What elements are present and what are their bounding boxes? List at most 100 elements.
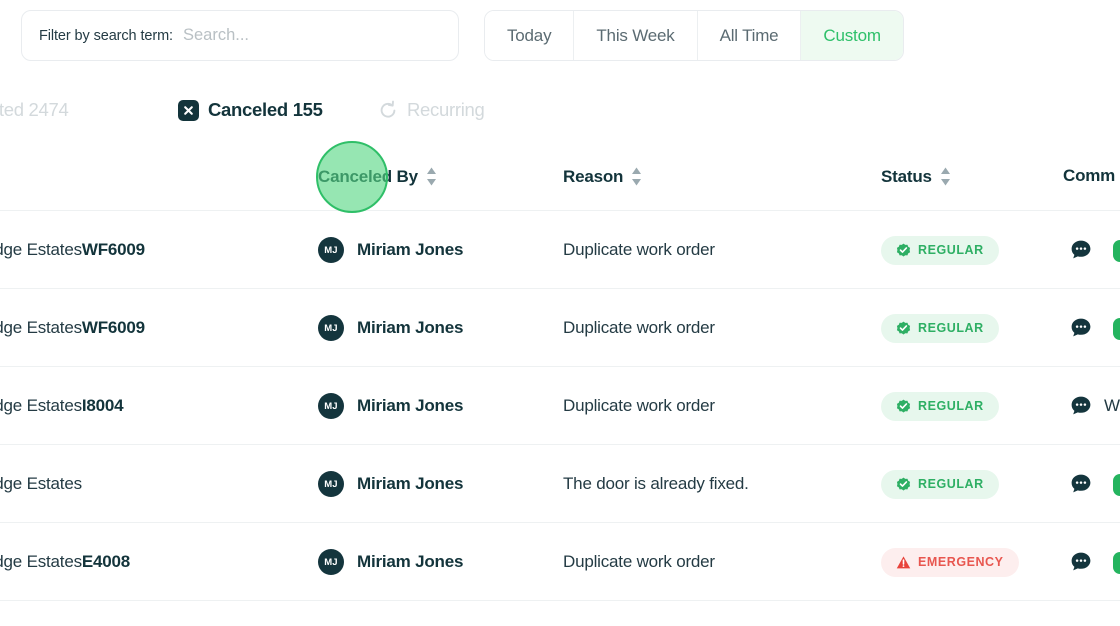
table-row-partial[interactable] [0,601,1120,626]
verified-check-icon [896,321,911,334]
status-badge: REGULAR [881,469,999,499]
verified-check-icon [896,243,911,256]
cell-comment [1070,445,1104,523]
recurring-icon [378,100,398,120]
work-orders-page: Filter by search term: Today This Week A… [0,0,1120,626]
column-header-canceled-by-label: Canceled By [318,166,418,186]
column-header-status-label: Status [881,166,932,186]
cell-reason: Duplicate work order [563,523,715,601]
comment-text: W [1104,396,1120,415]
status-badge-label: REGULAR [918,321,984,335]
table-row[interactable]: bridge EstatesE4008 MJ Miriam Jones Dupl… [0,523,1120,601]
verified-check-icon [896,399,911,412]
canceled-work-orders-table: Canceled By Reason Status Comm ge Estate… [0,146,1120,626]
reason-text: Duplicate work order [563,318,715,337]
status-badge-label: REGULAR [918,477,984,491]
search-box[interactable]: Filter by search term: [21,10,459,61]
filter-toolbar: Filter by search term: Today This Week A… [0,0,1120,72]
reason-text: Duplicate work order [563,240,715,259]
table-header-row: Canceled By Reason Status Comm [0,146,1120,211]
tab-canceled-label: Canceled 155 [208,99,323,120]
range-button-all-time[interactable]: All Time [697,11,802,60]
chat-bubble-icon[interactable] [1070,239,1092,261]
cell-canceled-by: MJ Miriam Jones [318,523,463,601]
status-badge: REGULAR [881,313,999,343]
chat-bubble-icon[interactable] [1070,473,1092,495]
x-square-icon [178,99,199,121]
cell-comment: W [1070,367,1120,445]
reason-text: Duplicate work order [563,396,715,415]
tab-completed-label: mpleted 2474 [0,99,69,120]
range-button-today[interactable]: Today [485,11,575,60]
column-header-reason-label: Reason [563,166,624,186]
cell-reason: The door is already fixed. [563,445,749,523]
table-row[interactable]: bridge Estates MJ Miriam Jones The door … [0,445,1120,523]
cell-reference: bridge EstatesI8004 [0,367,124,445]
row-edge-marker [1113,552,1120,574]
person-name: Miriam Jones [357,396,464,415]
row-edge-marker [1113,474,1120,496]
status-badge-label: REGULAR [918,243,984,257]
range-button-custom[interactable]: Custom [801,11,903,60]
column-header-comment[interactable]: Comm [1063,166,1115,186]
status-badge-label: REGULAR [918,399,984,413]
avatar: MJ [318,237,344,263]
cell-reference: bridge EstatesWF6009 [0,211,145,289]
reason-text: Duplicate work order [563,552,715,571]
reason-text: The door is already fixed. [563,474,749,493]
sort-arrows-icon[interactable] [940,166,951,187]
cell-comment [1070,211,1104,289]
property-name: bridge Estates [0,474,82,493]
property-name: bridge Estates [0,240,82,259]
column-header-status[interactable]: Status [881,166,951,187]
cell-canceled-by: MJ Miriam Jones [318,211,463,289]
work-order-code: I8004 [81,396,124,415]
cell-reference: bridge EstatesE4008 [0,523,130,601]
range-button-this-week[interactable]: This Week [574,11,698,60]
table-row[interactable]: bridge EstatesWF6009 MJ Miriam Jones Dup… [0,211,1120,289]
search-label: Filter by search term: [39,27,173,44]
cell-status: REGULAR [881,445,999,523]
person-name: Miriam Jones [357,240,464,259]
work-order-code: E4008 [81,552,131,571]
warning-triangle-icon [896,555,911,568]
column-header-comment-label: Comm [1063,166,1116,185]
cell-canceled-by: MJ Miriam Jones [318,367,463,445]
avatar: MJ [318,393,344,419]
cell-status [881,601,911,626]
sort-arrows-icon[interactable] [631,166,642,187]
status-badge-label: EMERGENCY [918,555,1004,569]
cell-canceled-by: MJ Miriam Jones [318,445,463,523]
chat-bubble-icon[interactable] [1070,395,1092,417]
cell-reason: Duplicate work order [563,211,715,289]
chat-bubble-icon[interactable] [1070,551,1092,573]
tab-completed[interactable]: mpleted 2474 [0,99,69,121]
cell-comment [1070,523,1104,601]
table-row[interactable]: bridge EstatesI8004 MJ Miriam Jones Dupl… [0,367,1120,445]
avatar: MJ [318,549,344,575]
tab-canceled[interactable]: Canceled 155 [178,99,323,121]
row-edge-marker [1113,240,1120,262]
work-order-code: WF6009 [81,240,145,259]
cell-canceled-by [318,601,344,626]
chat-bubble-icon[interactable] [1070,317,1092,339]
cell-comment [1070,289,1104,367]
cell-status: EMERGENCY [881,523,1019,601]
cell-status: REGULAR [881,289,999,367]
verified-check-icon [896,477,911,490]
avatar: MJ [318,315,344,341]
person-name: Miriam Jones [357,318,464,337]
cell-canceled-by: MJ Miriam Jones [318,289,463,367]
status-badge: REGULAR [881,235,999,265]
column-header-reason[interactable]: Reason [563,166,642,187]
column-header-canceled-by[interactable]: Canceled By [318,166,437,187]
cell-reference: bridge Estates [0,445,82,523]
tab-recurring[interactable]: Recurring [378,99,485,121]
search-input[interactable] [182,20,443,51]
avatar: MJ [318,471,344,497]
table-row[interactable]: bridge EstatesWF6009 MJ Miriam Jones Dup… [0,289,1120,367]
status-badge: REGULAR [881,391,999,421]
tab-recurring-label: Recurring [407,99,485,120]
sort-arrows-icon[interactable] [426,166,437,187]
cell-reason: Duplicate work order [563,367,715,445]
